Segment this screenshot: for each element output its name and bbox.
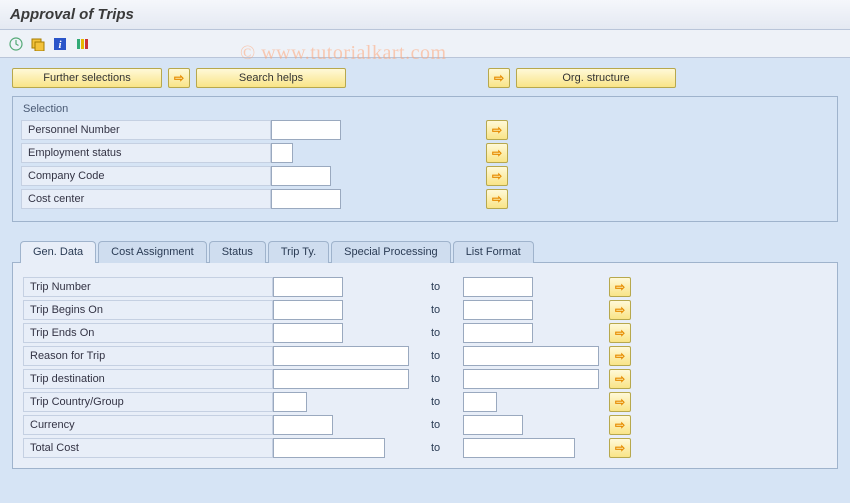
field-label: Employment status	[21, 143, 271, 163]
multiple-selection-icon[interactable]: ⇨	[609, 277, 631, 297]
multiple-selection-icon[interactable]: ⇨	[486, 143, 508, 163]
tab-trip-ty[interactable]: Trip Ty.	[268, 241, 329, 263]
execute-icon[interactable]	[30, 36, 46, 52]
field-label: Cost center	[21, 189, 271, 209]
to-label: to	[431, 373, 455, 385]
field-label: Personnel Number	[21, 120, 271, 140]
variant-icon[interactable]	[74, 36, 90, 52]
clock-icon[interactable]	[8, 36, 24, 52]
selection-group-title: Selection	[21, 103, 829, 115]
info-icon[interactable]: i	[52, 36, 68, 52]
to-label: to	[431, 396, 455, 408]
to-label: to	[431, 442, 455, 454]
from-input[interactable]	[273, 323, 343, 343]
page-title: Approval of Trips	[0, 0, 850, 30]
field-label: Reason for Trip	[23, 346, 273, 366]
gen-data-row: Trip Number to ⇨	[23, 276, 827, 298]
field-label: Trip destination	[23, 369, 273, 389]
tab-bar: Gen. DataCost AssignmentStatusTrip Ty.Sp…	[12, 240, 838, 263]
field-label: Trip Number	[23, 277, 273, 297]
field-label: Trip Ends On	[23, 323, 273, 343]
arrow-icon[interactable]: ⇨	[488, 68, 510, 88]
tab-cost-assignment[interactable]: Cost Assignment	[98, 241, 207, 263]
multiple-selection-icon[interactable]: ⇨	[609, 369, 631, 389]
to-input[interactable]	[463, 438, 575, 458]
org-structure-button[interactable]: Org. structure	[516, 68, 676, 88]
field-label: Trip Begins On	[23, 300, 273, 320]
toolbar: i	[0, 30, 850, 58]
content-area: Further selections ⇨ Search helps ⇨ Org.…	[0, 58, 850, 503]
to-label: to	[431, 281, 455, 293]
selection-input[interactable]	[271, 189, 341, 209]
multiple-selection-icon[interactable]: ⇨	[609, 323, 631, 343]
gen-data-row: Reason for Trip to ⇨	[23, 345, 827, 367]
tab-gen-data[interactable]: Gen. Data	[20, 241, 96, 263]
gen-data-row: Trip Begins On to ⇨	[23, 299, 827, 321]
from-input[interactable]	[273, 277, 343, 297]
field-label: Total Cost	[23, 438, 273, 458]
from-input[interactable]	[273, 300, 343, 320]
field-label: Trip Country/Group	[23, 392, 273, 412]
tab-special-processing[interactable]: Special Processing	[331, 241, 451, 263]
from-input[interactable]	[273, 415, 333, 435]
to-input[interactable]	[463, 392, 497, 412]
to-input[interactable]	[463, 277, 533, 297]
to-label: to	[431, 350, 455, 362]
multiple-selection-icon[interactable]: ⇨	[609, 415, 631, 435]
to-label: to	[431, 327, 455, 339]
search-helps-button[interactable]: Search helps	[196, 68, 346, 88]
selection-input[interactable]	[271, 166, 331, 186]
multiple-selection-icon[interactable]: ⇨	[486, 189, 508, 209]
tab-list-format[interactable]: List Format	[453, 241, 534, 263]
gen-data-row: Trip Ends On to ⇨	[23, 322, 827, 344]
field-label: Company Code	[21, 166, 271, 186]
tab-status[interactable]: Status	[209, 241, 266, 263]
gen-data-panel: Trip Numberto⇨Trip Begins Onto⇨Trip Ends…	[12, 263, 838, 469]
multiple-selection-icon[interactable]: ⇨	[609, 438, 631, 458]
selection-group: Selection Personnel Number⇨Employment st…	[12, 96, 838, 222]
to-input[interactable]	[463, 346, 599, 366]
gen-data-row: Trip destination to ⇨	[23, 368, 827, 390]
selection-row: Employment status ⇨	[21, 142, 829, 164]
gen-data-row: Trip Country/Group to ⇨	[23, 391, 827, 413]
selection-row: Personnel Number ⇨	[21, 119, 829, 141]
to-input[interactable]	[463, 369, 599, 389]
selection-row: Company Code ⇨	[21, 165, 829, 187]
multiple-selection-icon[interactable]: ⇨	[486, 166, 508, 186]
from-input[interactable]	[273, 369, 409, 389]
multiple-selection-icon[interactable]: ⇨	[609, 346, 631, 366]
from-input[interactable]	[273, 392, 307, 412]
selection-input[interactable]	[271, 143, 293, 163]
selection-row: Cost center ⇨	[21, 188, 829, 210]
multiple-selection-icon[interactable]: ⇨	[609, 300, 631, 320]
to-input[interactable]	[463, 415, 523, 435]
field-label: Currency	[23, 415, 273, 435]
selection-input[interactable]	[271, 120, 341, 140]
to-label: to	[431, 304, 455, 316]
multiple-selection-icon[interactable]: ⇨	[609, 392, 631, 412]
to-input[interactable]	[463, 300, 533, 320]
button-row: Further selections ⇨ Search helps ⇨ Org.…	[12, 68, 838, 88]
arrow-icon[interactable]: ⇨	[168, 68, 190, 88]
gen-data-row: Currency to ⇨	[23, 414, 827, 436]
to-input[interactable]	[463, 323, 533, 343]
gen-data-row: Total Cost to ⇨	[23, 437, 827, 459]
from-input[interactable]	[273, 438, 385, 458]
multiple-selection-icon[interactable]: ⇨	[486, 120, 508, 140]
further-selections-button[interactable]: Further selections	[12, 68, 162, 88]
to-label: to	[431, 419, 455, 431]
from-input[interactable]	[273, 346, 409, 366]
